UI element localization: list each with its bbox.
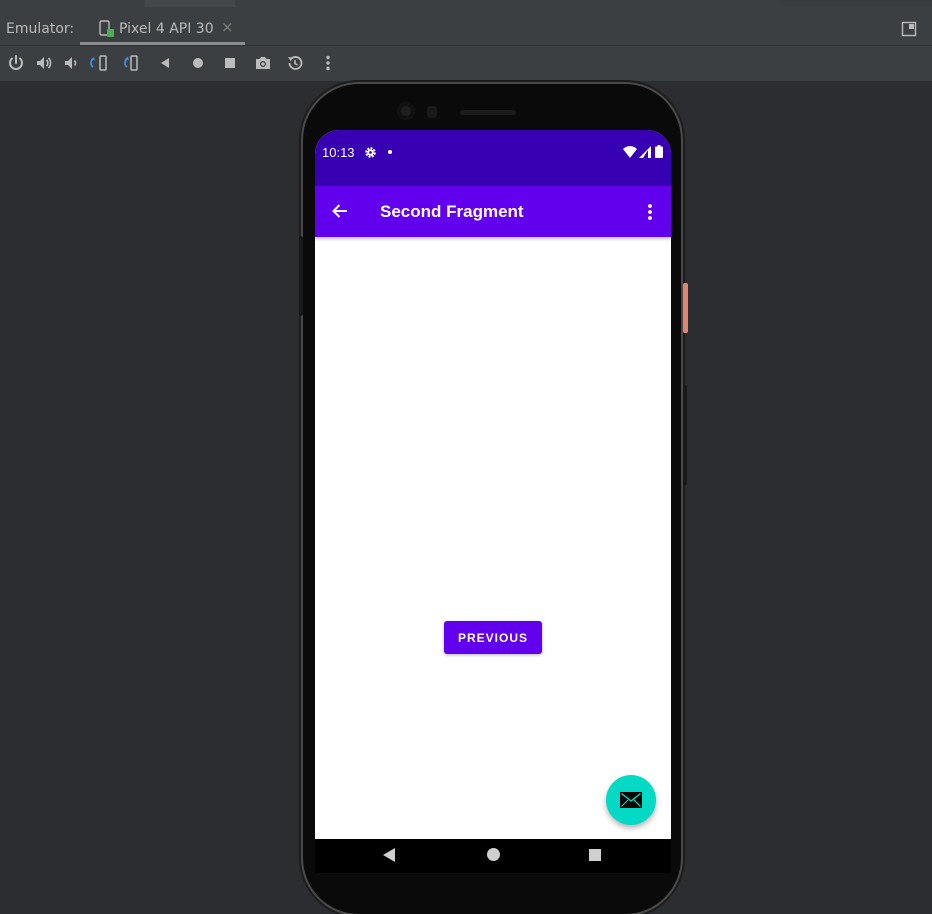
settings-gear-icon <box>365 147 376 158</box>
back-arrow-icon[interactable] <box>330 201 350 221</box>
power-icon[interactable] <box>6 53 26 73</box>
volume-rocker <box>299 236 303 316</box>
front-camera-icon <box>397 102 415 120</box>
device-phone-icon <box>99 20 114 37</box>
top-strip-segment <box>780 0 932 7</box>
previous-button[interactable]: PREVIOUS <box>444 621 542 654</box>
side-button <box>683 385 687 485</box>
overview-icon[interactable] <box>220 53 240 73</box>
device-tab-label: Pixel 4 API 30 <box>119 21 214 37</box>
top-window-strip <box>0 0 932 7</box>
snapshot-icon[interactable] <box>285 53 305 73</box>
device-screen[interactable]: 10:13 Second Fragment PREVIOUS <box>315 130 671 873</box>
device-tab[interactable]: Pixel 4 API 30 × <box>80 14 245 45</box>
wifi-icon <box>623 146 637 158</box>
app-bar: Second Fragment <box>315 186 671 237</box>
top-strip-segment <box>145 0 235 7</box>
volume-down-icon[interactable] <box>61 53 81 73</box>
rotate-right-icon[interactable] <box>122 53 142 73</box>
signal-icon <box>639 146 651 158</box>
earpiece-speaker <box>460 110 516 115</box>
rotate-left-icon[interactable] <box>89 53 109 73</box>
emulator-toolbar <box>0 46 932 81</box>
screenshot-icon[interactable] <box>253 53 273 73</box>
home-icon[interactable] <box>188 53 208 73</box>
battery-icon <box>655 145 663 158</box>
restore-window-icon[interactable] <box>901 21 917 37</box>
proximity-sensor <box>427 106 437 118</box>
overflow-menu-icon[interactable] <box>644 203 656 221</box>
email-fab[interactable] <box>606 775 656 825</box>
email-icon <box>620 792 642 808</box>
nav-recents-icon[interactable] <box>589 849 601 861</box>
nav-back-icon[interactable] <box>382 848 396 862</box>
status-bar: 10:13 <box>315 130 671 186</box>
status-time: 10:13 <box>322 145 355 160</box>
power-side-button <box>683 283 688 333</box>
emulator-label: Emulator: <box>6 21 75 37</box>
tab-close-icon[interactable]: × <box>221 18 234 36</box>
system-nav-bar <box>315 839 671 873</box>
emulator-tab-bar: Emulator: Pixel 4 API 30 × <box>0 7 932 46</box>
more-icon[interactable] <box>318 53 338 73</box>
nav-home-icon[interactable] <box>487 848 500 861</box>
notification-dot-icon <box>388 150 392 154</box>
app-title: Second Fragment <box>380 202 524 221</box>
volume-up-icon[interactable] <box>34 53 54 73</box>
back-icon[interactable] <box>155 53 175 73</box>
